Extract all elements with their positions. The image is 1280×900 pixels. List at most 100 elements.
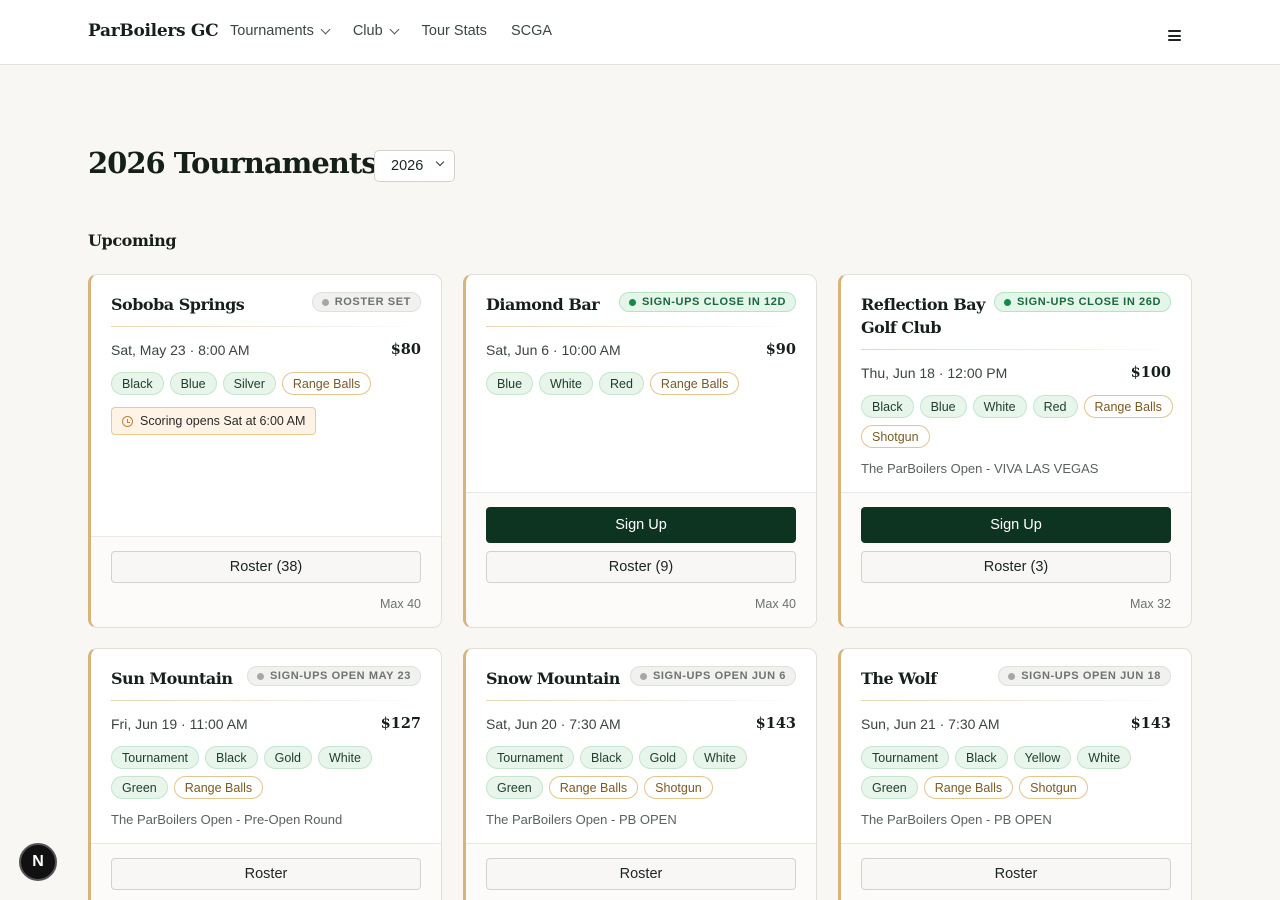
card-header: Snow Mountain Sign-ups open Jun 6 xyxy=(486,666,796,690)
tee-tag: White xyxy=(318,746,372,769)
status-badge: Sign-ups open Jun 18 xyxy=(998,666,1171,686)
card-price: $100 xyxy=(1130,364,1171,381)
tee-tag: Blue xyxy=(919,395,967,418)
year-select[interactable]: 2026 xyxy=(374,150,455,182)
extra-tag: Shotgun xyxy=(1019,776,1088,799)
tournament-card-the-wolf: The Wolf Sign-ups open Jun 18 Sun, Jun 2… xyxy=(838,648,1192,900)
year-select-value: 2026 xyxy=(391,158,424,174)
card-header: Diamond Bar Sign-ups close in 12d xyxy=(486,292,796,316)
max-players: Max 32 xyxy=(1130,597,1171,611)
card-footer: Roster xyxy=(91,843,441,900)
tournament-card-diamond-bar: Diamond Bar Sign-ups close in 12d Sat, J… xyxy=(463,274,817,628)
event-name: The ParBoilers Open - PB OPEN xyxy=(861,812,1052,827)
roster-button[interactable]: Roster (38) xyxy=(111,551,421,583)
tee-tag: Black xyxy=(205,746,258,769)
tee-tag: Red xyxy=(598,372,644,395)
chevron-down-icon xyxy=(435,157,445,167)
extra-tag: Range Balls xyxy=(173,776,264,799)
main-nav: Tournaments Club Tour Stats SCGA xyxy=(230,23,552,39)
tournament-card-soboba-springs: Soboba Springs Roster Set Sat, May 23 · … xyxy=(88,274,442,628)
clock-icon xyxy=(122,416,133,427)
hamburger-icon[interactable] xyxy=(1168,30,1181,41)
tee-tag: Blue xyxy=(486,372,534,395)
card-meta-row: Sat, Jun 20 · 7:30 AM $143 xyxy=(486,715,796,732)
card-divider xyxy=(861,349,1171,350)
card-date: Sat, Jun 6 · 10:00 AM xyxy=(486,341,621,358)
nav-scga[interactable]: SCGA xyxy=(511,23,552,39)
nav-tour-stats[interactable]: Tour Stats xyxy=(422,23,487,39)
card-footer: Sign Up Roster (3) Max 32 xyxy=(841,492,1191,627)
chevron-down-icon xyxy=(389,24,400,34)
section-upcoming-heading: Upcoming xyxy=(88,231,177,250)
nav-club[interactable]: Club xyxy=(353,23,400,39)
tee-tag: Black xyxy=(955,746,1008,769)
tee-tag: Silver xyxy=(222,372,276,395)
tee-tag: Green xyxy=(111,776,168,799)
nextjs-devtools-button[interactable]: N xyxy=(19,843,57,881)
sign-up-button[interactable]: Sign Up xyxy=(486,507,796,543)
tournament-card-snow-mountain: Snow Mountain Sign-ups open Jun 6 Sat, J… xyxy=(463,648,817,900)
card-divider xyxy=(486,700,796,701)
card-date: Thu, Jun 18 · 12:00 PM xyxy=(861,364,1008,381)
card-tags: Black Blue White Red Range Balls Shotgun xyxy=(861,395,1175,448)
card-date: Sat, May 23 · 8:00 AM xyxy=(111,341,250,358)
tee-tag: Red xyxy=(1032,395,1078,418)
card-footer: Sign Up Roster (9) Max 40 xyxy=(466,492,816,627)
card-footer: Roster xyxy=(466,843,816,900)
extra-tag: Range Balls xyxy=(1083,395,1173,418)
card-tags: Tournament Black Gold White Green Range … xyxy=(111,746,425,799)
roster-button[interactable]: Roster xyxy=(111,858,421,890)
status-badge: Sign-ups open May 23 xyxy=(247,666,421,686)
tee-tag: Black xyxy=(111,372,164,395)
card-footer: Roster (38) Max 40 xyxy=(91,536,441,627)
card-title-line: Reflection Bay xyxy=(861,295,985,314)
top-nav-bar: ParBoilers GC Tournaments Club Tour Stat… xyxy=(0,0,1280,65)
card-divider xyxy=(111,326,421,327)
card-divider xyxy=(861,700,1171,701)
nav-tournaments[interactable]: Tournaments xyxy=(230,23,331,39)
card-meta-row: Sat, May 23 · 8:00 AM $80 xyxy=(111,341,421,358)
nav-tournaments-label: Tournaments xyxy=(230,23,314,39)
event-name: The ParBoilers Open - VIVA LAS VEGAS xyxy=(861,461,1099,476)
card-header: Reflection Bay Golf Club Sign-ups close … xyxy=(861,292,1171,339)
tee-tag: White xyxy=(972,395,1027,418)
card-price: $143 xyxy=(755,715,796,732)
max-players: Max 40 xyxy=(755,597,796,611)
card-title-line: Golf Club xyxy=(861,318,942,337)
scoring-note: Scoring opens Sat at 6:00 AM xyxy=(111,407,317,435)
status-badge: Sign-ups open Jun 6 xyxy=(629,666,796,686)
tee-tag: White xyxy=(693,746,747,769)
event-name: The ParBoilers Open - Pre-Open Round xyxy=(111,812,343,827)
card-price: $127 xyxy=(380,715,421,732)
card-meta-row: Sat, Jun 6 · 10:00 AM $90 xyxy=(486,341,796,358)
brand-logo[interactable]: ParBoilers GC xyxy=(88,21,219,41)
tee-tag: Green xyxy=(861,776,918,799)
card-divider xyxy=(486,326,796,327)
roster-button[interactable]: Roster (3) xyxy=(861,551,1171,583)
card-header: The Wolf Sign-ups open Jun 18 xyxy=(861,666,1171,690)
card-tags: Blue White Red Range Balls xyxy=(486,372,800,395)
card-header: Sun Mountain Sign-ups open May 23 xyxy=(111,666,421,690)
card-meta-row: Fri, Jun 19 · 11:00 AM $127 xyxy=(111,715,421,732)
extra-tag: Range Balls xyxy=(649,372,740,395)
tournament-card-sun-mountain: Sun Mountain Sign-ups open May 23 Fri, J… xyxy=(88,648,442,900)
roster-button[interactable]: Roster xyxy=(486,858,796,890)
card-price: $80 xyxy=(390,341,421,358)
tee-tag: White xyxy=(1077,746,1132,769)
tee-tag: Green xyxy=(486,776,543,799)
card-price: $143 xyxy=(1130,715,1171,732)
page-title: 2026 Tournaments xyxy=(88,146,378,180)
extra-tag: Shotgun xyxy=(644,776,713,799)
roster-button[interactable]: Roster xyxy=(861,858,1171,890)
card-date: Sun, Jun 21 · 7:30 AM xyxy=(861,715,1000,732)
tee-tag: White xyxy=(539,372,593,395)
tee-tag: Yellow xyxy=(1013,746,1072,769)
roster-button[interactable]: Roster (9) xyxy=(486,551,796,583)
card-meta-row: Thu, Jun 18 · 12:00 PM $100 xyxy=(861,364,1171,381)
nav-scga-label: SCGA xyxy=(510,23,553,39)
sign-up-button[interactable]: Sign Up xyxy=(861,507,1171,543)
card-footer: Roster xyxy=(841,843,1191,900)
status-badge: Roster Set xyxy=(311,292,421,312)
card-date: Sat, Jun 20 · 7:30 AM xyxy=(486,715,621,732)
extra-tag: Range Balls xyxy=(548,776,639,799)
